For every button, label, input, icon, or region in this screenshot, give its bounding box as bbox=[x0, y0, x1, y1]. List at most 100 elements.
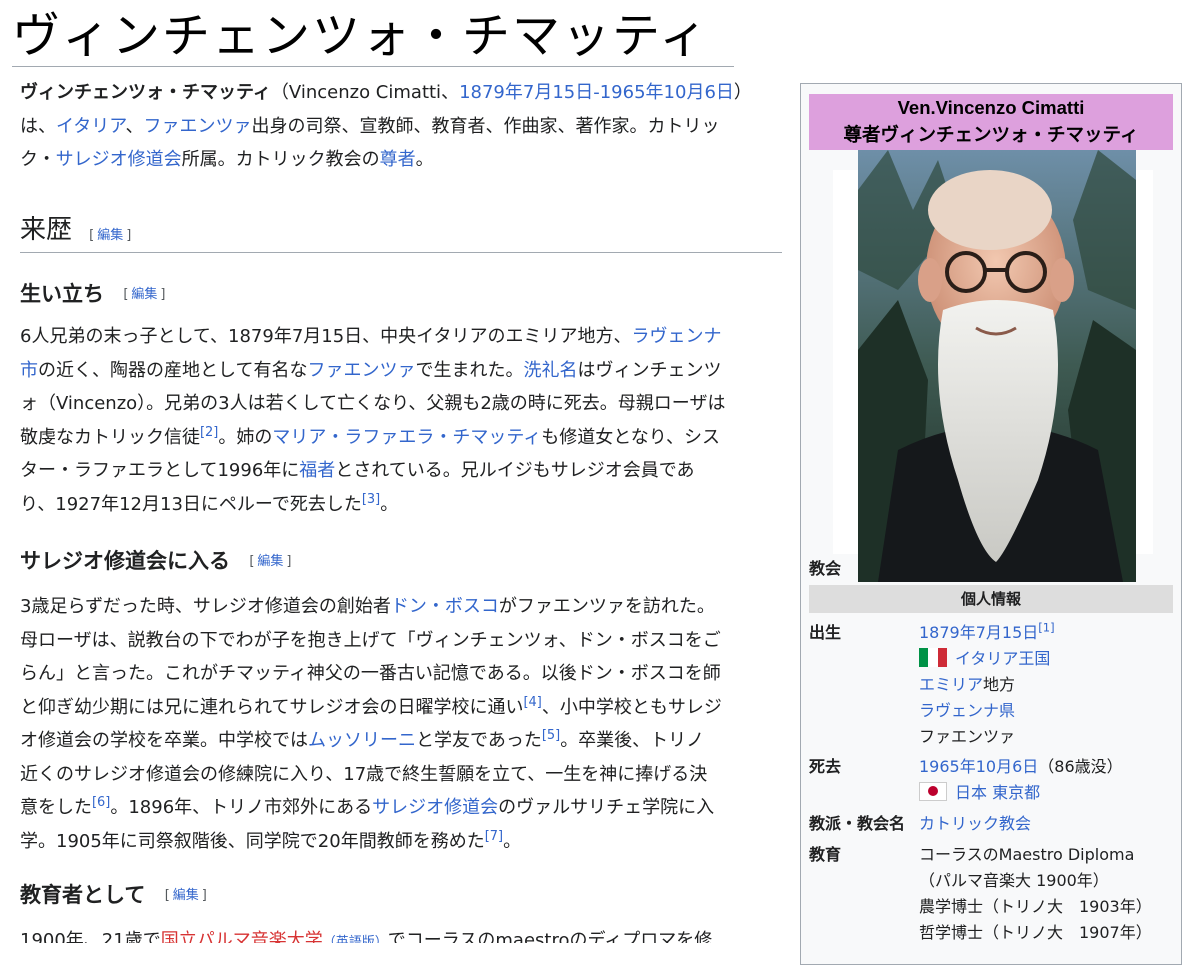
paragraph-text: 、小中学校ともサレジ bbox=[541, 696, 722, 718]
died-place: 日本 東京都 bbox=[919, 780, 1040, 806]
born-region: エミリア地方 bbox=[919, 672, 1015, 698]
infobox-title-japanese: 尊者ヴィンチェンツォ・チマッティ bbox=[843, 124, 1139, 145]
birth-date-link[interactable]: 1879年7月15日 bbox=[459, 82, 593, 103]
edit-bracket: ] bbox=[126, 228, 132, 243]
venerable-link[interactable]: 尊者 bbox=[380, 149, 416, 170]
edit-section-link[interactable]: 編集 bbox=[173, 888, 199, 903]
paragraph-text: 敬虔なカトリック信徒 bbox=[20, 426, 200, 448]
edit-bracket: [ bbox=[164, 888, 170, 903]
born-city: ファエンツァ bbox=[919, 727, 1016, 746]
japan-flag-icon bbox=[919, 782, 947, 801]
lead-text: は、 bbox=[20, 115, 56, 137]
died-label: 死去 bbox=[809, 757, 842, 776]
subsection-heading-early-life: 生い立ち [編集] bbox=[20, 279, 165, 310]
emilia-link[interactable]: エミリア bbox=[919, 675, 983, 694]
region-suffix: 地方 bbox=[983, 675, 1016, 694]
paragraph-text: 3歳足らずだった時、サレジオ修道会の創始者 bbox=[20, 596, 391, 617]
ravenna-province-link[interactable]: ラヴェンナ県 bbox=[919, 701, 1015, 720]
don-bosco-link[interactable]: ドン・ボスコ bbox=[391, 596, 499, 617]
edit-bracket: [ bbox=[89, 228, 95, 243]
education-label: 教育 bbox=[809, 845, 842, 864]
denomination-value: カトリック教会 bbox=[919, 811, 1031, 837]
paragraph-text: らん」と言った。これがチマッティ神父の一番古い記憶である。以後ドン・ボスコを師 bbox=[20, 663, 721, 684]
edit-bracket: ] bbox=[286, 554, 292, 569]
reference-link[interactable]: [6] bbox=[92, 795, 110, 810]
paragraph-text: ター・ラファエラとして1996年に bbox=[20, 460, 300, 481]
born-date-link[interactable]: 1879年7月15日 bbox=[919, 623, 1038, 642]
faenza-link[interactable]: ファエンツァ bbox=[307, 360, 415, 381]
born-province: ラヴェンナ県 bbox=[919, 698, 1015, 724]
died-date: 1965年10月6日（86歳没） bbox=[919, 754, 1123, 780]
paragraph-text: とされている。兄ルイジもサレジオ会員であ bbox=[335, 460, 695, 481]
reference-link[interactable]: [7] bbox=[485, 829, 503, 844]
subsection-heading-salesian: サレジオ修道会に入る [編集] bbox=[20, 546, 291, 577]
church-label: 教会 bbox=[809, 559, 842, 578]
paragraph-text: も修道女となり、シス bbox=[541, 426, 721, 448]
denomination-label: 教派・教会名 bbox=[809, 814, 906, 833]
lead-text: 、 bbox=[125, 115, 144, 137]
paragraph-text: のヴァルサリチェ学院に入 bbox=[498, 797, 715, 818]
edit-bracket: ] bbox=[201, 888, 207, 903]
paragraph-text: 。 bbox=[380, 493, 399, 515]
maria-raffaella-link[interactable]: マリア・ラファエラ・チマッティ bbox=[272, 427, 541, 448]
page-title: ヴィンチェンツォ・チマッティ bbox=[12, 8, 710, 64]
faenza-link[interactable]: ファエンツァ bbox=[143, 116, 251, 137]
edit-bracket: [ bbox=[123, 287, 129, 302]
lead-text: 。 bbox=[415, 149, 434, 170]
infobox: Ven.Vincenzo Cimatti 尊者ヴィンチェンツォ・チマッティ 教会… bbox=[800, 83, 1182, 965]
paragraph-text: の近く、陶器の産地として有名な bbox=[38, 359, 308, 381]
education-line-3: 農学博士（トリノ大 1903年） bbox=[919, 897, 1152, 916]
subsection-heading-text: 生い立ち bbox=[20, 282, 104, 306]
paragraph-text: 意をした bbox=[20, 797, 92, 818]
reference-link[interactable]: [3] bbox=[362, 492, 380, 507]
subsection-heading-text: サレジオ修道会に入る bbox=[20, 549, 230, 573]
salesian-link[interactable]: サレジオ修道会 bbox=[56, 149, 182, 170]
paragraph-text: 母ローザは、説教台の下でわが子を抱き上げて「ヴィンチェンツォ、ドン・ボスコをご bbox=[20, 629, 721, 651]
italy-link[interactable]: イタリア bbox=[56, 116, 125, 137]
city-link[interactable]: 市 bbox=[20, 360, 38, 381]
salesian-paragraph: 3歳足らずだった時、サレジオ修道会の創始者ドン・ボスコがファエンツァを訪れた。 … bbox=[20, 590, 782, 858]
lead-text: 所属。カトリック教会の bbox=[181, 149, 380, 170]
paragraph-text: で生まれた。 bbox=[415, 359, 524, 381]
edit-bracket: [ bbox=[249, 554, 255, 569]
baptismal-name-link[interactable]: 洗礼名 bbox=[523, 360, 577, 381]
born-label: 出生 bbox=[809, 623, 842, 642]
paragraph-text: 6人兄弟の末っ子として、1879年7月15日、中央イタリアのエミリア地方、 bbox=[20, 326, 632, 347]
portrait-photo[interactable] bbox=[858, 150, 1136, 582]
edit-section-control: [編集] bbox=[89, 228, 131, 243]
title-divider bbox=[12, 66, 734, 67]
catholic-church-link[interactable]: カトリック教会 bbox=[919, 814, 1031, 833]
paragraph-text: と仰ぎ幼少期には兄に連れられてサレジオ会の日曜学校に通い bbox=[20, 696, 524, 718]
italy-flag-icon bbox=[919, 648, 947, 667]
edit-section-link[interactable]: 編集 bbox=[97, 228, 123, 243]
section-heading-text: 来歴 bbox=[20, 215, 73, 245]
lead-paragraph: ヴィンチェンツォ・チマッティ（Vincenzo Cimatti、1879年7月1… bbox=[20, 76, 782, 177]
reference-link[interactable]: [1] bbox=[1038, 621, 1054, 635]
section-heading-history: 来歴 [編集] bbox=[20, 210, 782, 253]
edit-section-link[interactable]: 編集 bbox=[257, 554, 283, 569]
reference-link[interactable]: [4] bbox=[523, 695, 541, 710]
born-country: イタリア王国 bbox=[919, 646, 1050, 672]
paragraph-text: 。卒業後、トリノ bbox=[560, 730, 705, 751]
tokyo-link[interactable]: 日本 東京都 bbox=[955, 783, 1040, 802]
reference-link[interactable]: [5] bbox=[542, 728, 560, 743]
education-line-4: 哲学博士（トリノ大 1907年） bbox=[919, 923, 1152, 942]
kingdom-of-italy-link[interactable]: イタリア王国 bbox=[955, 649, 1050, 668]
reference-link[interactable]: [2] bbox=[200, 425, 218, 440]
paragraph-text: がファエンツァを訪れた。 bbox=[498, 596, 715, 617]
paragraph-text: 近くのサレジオ修道会の修練院に入り、17歳で終生誓願を立て、一生を神に捧げる決 bbox=[20, 763, 708, 785]
edit-section-link[interactable]: 編集 bbox=[131, 287, 157, 302]
lead-text: （Vincenzo Cimatti、 bbox=[270, 82, 460, 103]
edit-section-control: [編集] bbox=[123, 287, 165, 302]
salesian-link[interactable]: サレジオ修道会 bbox=[372, 797, 498, 818]
edit-section-control: [編集] bbox=[249, 554, 291, 569]
died-date-link[interactable]: 1965年10月6日 bbox=[919, 757, 1038, 776]
paragraph-text: り、1927年12月13日にペルーで死去した bbox=[20, 493, 362, 515]
infobox-title: Ven.Vincenzo Cimatti 尊者ヴィンチェンツォ・チマッティ bbox=[809, 94, 1173, 150]
died-age: （86歳没） bbox=[1038, 757, 1123, 776]
blessed-link[interactable]: 福者 bbox=[299, 460, 335, 481]
mussolini-link[interactable]: ムッソリーニ bbox=[308, 730, 416, 751]
death-date-link[interactable]: 1965年10月6日 bbox=[600, 82, 734, 103]
ravenna-link[interactable]: ラヴェンナ bbox=[631, 326, 721, 347]
edit-section-control: [編集] bbox=[165, 888, 207, 903]
